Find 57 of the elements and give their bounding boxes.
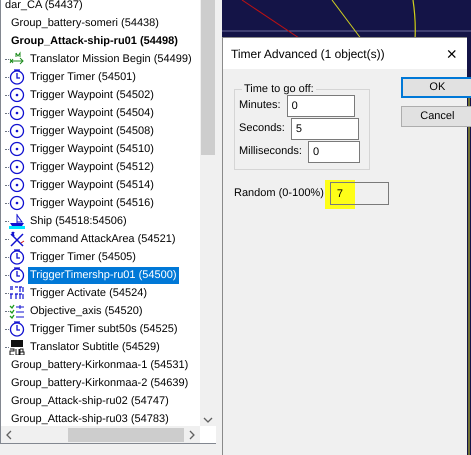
tree-item[interactable]: Ship (54518:54506) bbox=[28, 212, 129, 230]
tree-item[interactable]: Group_Attack-ship-ru01 (54498) bbox=[9, 32, 180, 50]
tree-item[interactable]: Trigger Waypoint (54516) bbox=[28, 194, 156, 212]
tree-item[interactable]: Trigger Waypoint (54514) bbox=[28, 176, 156, 194]
random-label: Random (0-100%) bbox=[234, 186, 324, 202]
random-field[interactable]: 7 bbox=[330, 182, 389, 205]
tree-item[interactable]: Group_battery-Kirkonmaa-1 (54531) bbox=[9, 356, 190, 374]
tree-item[interactable]: Trigger Timer subt50s (54525) bbox=[28, 320, 180, 338]
field-label: Milliseconds: bbox=[239, 144, 302, 160]
dialog-button[interactable]: OK bbox=[400, 77, 471, 98]
tree-item[interactable]: Group_battery-Kirkonmaa-2 (54639) bbox=[9, 374, 190, 392]
horizontal-scrollbar[interactable] bbox=[1, 426, 200, 443]
tree-item[interactable]: Objective_axis (54520) bbox=[28, 302, 145, 320]
tree-item[interactable]: command AttackArea (54521) bbox=[28, 230, 178, 248]
waypoint-icon bbox=[9, 177, 25, 193]
tree-item[interactable]: Group_Attack-ship-ru02 (54747) bbox=[9, 392, 171, 410]
crossed-swords-icon bbox=[9, 231, 25, 247]
tree-item[interactable]: Trigger Waypoint (54504) bbox=[28, 104, 156, 122]
tree-item[interactable]: Trigger Waypoint (54512) bbox=[28, 158, 156, 176]
scrollbar-thumb[interactable] bbox=[68, 428, 184, 442]
tree-item[interactable]: Trigger Timer (54501) bbox=[28, 68, 138, 86]
tree-item[interactable]: Trigger Timer (54505) bbox=[28, 248, 138, 266]
scrollbar-thumb[interactable] bbox=[201, 0, 215, 155]
tree-item[interactable]: Trigger Waypoint (54502) bbox=[28, 86, 156, 104]
tree-item[interactable]: Group_Attack-ship-ru03 (54783) bbox=[9, 410, 171, 426]
waypoint-icon bbox=[9, 87, 25, 103]
group-title: Time to go off: bbox=[243, 82, 315, 97]
activate-icon bbox=[9, 285, 25, 301]
tree-item[interactable]: Trigger Waypoint (54510) bbox=[28, 140, 156, 158]
waypoint-icon bbox=[9, 123, 25, 139]
tree-item[interactable]: Group_battery-someri (54438) bbox=[9, 14, 161, 32]
film-icon bbox=[9, 339, 25, 355]
tree-item[interactable]: TriggerTimershp-ru01 (54500) bbox=[28, 266, 179, 284]
waypoint-icon bbox=[9, 105, 25, 121]
clock-icon bbox=[9, 267, 25, 283]
clock-icon bbox=[9, 249, 25, 265]
dialog-title: Timer Advanced (1 object(s)) bbox=[231, 46, 385, 62]
ship-icon bbox=[9, 213, 25, 229]
dialog-button[interactable]: Cancel bbox=[400, 106, 471, 127]
arrow-icon bbox=[9, 51, 25, 67]
tree-item[interactable]: Trigger Waypoint (54508) bbox=[28, 122, 156, 140]
tree-item[interactable]: Translator Subtitle (54529) bbox=[28, 338, 162, 356]
waypoint-icon bbox=[9, 195, 25, 211]
clock-icon bbox=[9, 321, 25, 337]
tree-item[interactable]: Translator Mission Begin (54499) bbox=[28, 50, 194, 68]
field-label: Minutes: bbox=[239, 98, 281, 114]
tree-item[interactable]: Trigger Activate (54524) bbox=[28, 284, 149, 302]
number-field[interactable]: 5 bbox=[290, 118, 359, 140]
field-label: Seconds: bbox=[239, 121, 285, 136]
number-field[interactable]: 0 bbox=[286, 94, 355, 116]
waypoint-icon bbox=[9, 141, 25, 157]
vertical-scrollbar[interactable] bbox=[200, 0, 216, 426]
waypoint-icon bbox=[9, 159, 25, 175]
number-field[interactable]: 0 bbox=[308, 140, 360, 162]
clock-icon bbox=[9, 69, 25, 85]
checklist-icon bbox=[9, 303, 25, 319]
close-button[interactable]: × bbox=[446, 44, 457, 62]
